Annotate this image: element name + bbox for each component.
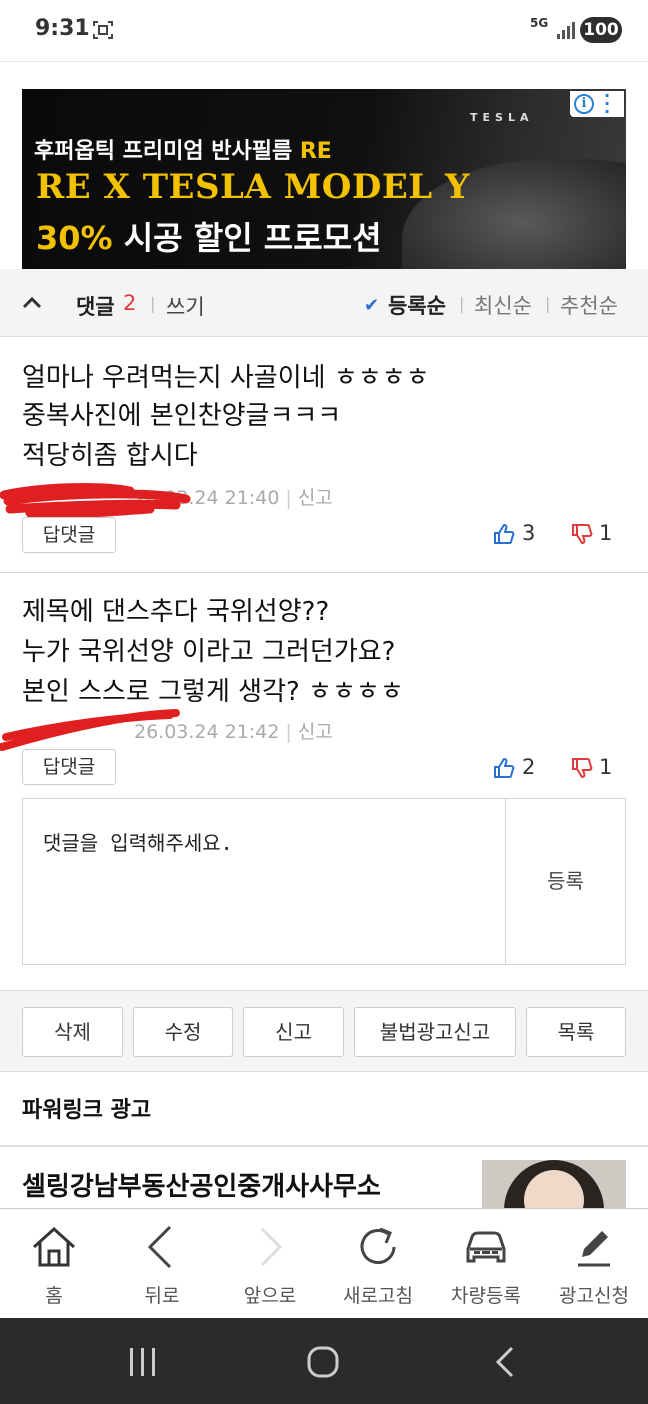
nav-label: 홈 — [45, 1285, 63, 1307]
thumbs-up-icon[interactable] — [493, 757, 515, 779]
separator: | — [459, 294, 465, 313]
delete-button[interactable]: 삭제 — [22, 1007, 123, 1057]
pen-icon — [578, 1231, 610, 1267]
status-bar: 9:31 5G 100 — [0, 0, 648, 62]
report-link[interactable]: 신고 — [298, 487, 333, 509]
report-button[interactable]: 신고 — [243, 1007, 344, 1057]
back-button-icon[interactable] — [494, 1346, 516, 1378]
home-icon — [32, 1226, 76, 1267]
post-actions: 삭제 수정 신고 불법광고신고 목록 — [0, 990, 648, 1072]
nav-home[interactable]: 홈 — [0, 1209, 108, 1319]
bottom-nav: 홈 뒤로 앞으로 새로고침 차량등록 광고신청 — [0, 1208, 648, 1318]
nav-forward[interactable]: 앞으로 — [216, 1209, 324, 1319]
comment-item: 얼마나 우려먹는지 사골이네 ㅎㅎㅎㅎ 중복사진에 본인찬양글ㅋㅋㅋ 적당히좀 … — [0, 337, 648, 573]
separator: | — [150, 294, 156, 313]
redaction-scribble — [0, 483, 191, 519]
nav-ad-request[interactable]: 광고신청 — [540, 1209, 648, 1319]
sort-latest[interactable]: 최신순 — [474, 290, 532, 320]
ad-brand: TESLA — [470, 111, 534, 124]
car-icon — [466, 1231, 506, 1263]
edit-button[interactable]: 수정 — [133, 1007, 233, 1057]
nav-label: 뒤로 — [144, 1285, 180, 1307]
check-icon: ✔ — [364, 295, 380, 316]
ad-line-1: 후퍼옵틱 프리미엄 반사필름 RE — [34, 139, 332, 164]
ad-choices[interactable]: i · · · — [570, 89, 624, 120]
divider — [0, 1145, 648, 1147]
list-button[interactable]: 목록 — [526, 1007, 626, 1057]
nav-label: 새로고침 — [343, 1285, 413, 1307]
thumbs-up-icon[interactable] — [493, 523, 515, 545]
submit-comment-button[interactable]: 등록 — [505, 799, 625, 964]
screenshot-icon — [93, 21, 113, 39]
battery-indicator: 100 — [580, 17, 622, 43]
system-nav-bar — [0, 1318, 648, 1404]
nav-label: 앞으로 — [243, 1285, 297, 1307]
status-time: 9:31 — [35, 16, 90, 41]
like-count: 3 — [522, 521, 536, 545]
back-icon — [147, 1225, 172, 1269]
chevron-up-icon[interactable] — [22, 295, 42, 309]
thumbs-down-icon[interactable] — [571, 523, 593, 545]
dislike-count: 1 — [599, 521, 613, 545]
thumbs-down-icon[interactable] — [571, 757, 593, 779]
sort-recommended[interactable]: 추천순 — [560, 290, 618, 320]
comment-text-line: 중복사진에 본인찬양글ㅋㅋㅋ — [22, 401, 342, 431]
comment-text-line: 누가 국위선양 이라고 그러던가요? — [22, 637, 396, 667]
report-spam-button[interactable]: 불법광고신고 — [354, 1007, 516, 1057]
ad-banner[interactable]: TESLA 후퍼옵틱 프리미엄 반사필름 RE RE X TESLA MODEL… — [22, 89, 626, 269]
nav-register-car[interactable]: 차량등록 — [432, 1209, 540, 1319]
powerlink-title: 파워링크 광고 — [22, 1098, 152, 1123]
nav-refresh[interactable]: 새로고침 — [324, 1209, 432, 1319]
like-count: 2 — [522, 755, 536, 779]
report-link[interactable]: 신고 — [298, 721, 333, 743]
info-icon[interactable]: i — [574, 94, 594, 114]
dislike-count: 1 — [599, 755, 613, 779]
comment-item: 제목에 댄스추다 국위선양?? 누가 국위선양 이라고 그러던가요? 본인 스스… — [0, 573, 648, 798]
write-comment-link[interactable]: 쓰기 — [166, 291, 205, 321]
signal-icon — [557, 22, 575, 39]
nav-label: 광고신청 — [559, 1285, 629, 1307]
comment-text-line: 제목에 댄스추다 국위선양?? — [22, 597, 330, 627]
comments-title: 댓글 — [76, 295, 115, 319]
forward-icon — [260, 1227, 283, 1267]
sort-registered[interactable]: 등록순 — [388, 290, 446, 320]
comment-input[interactable]: 댓글을 입력해주세요. — [43, 827, 233, 856]
ad-line-2: RE X TESLA MODEL Y — [36, 167, 470, 207]
recent-apps-icon[interactable] — [128, 1346, 158, 1378]
network-indicator: 5G — [530, 16, 549, 30]
kebab-menu-icon[interactable]: · · · — [604, 89, 610, 120]
nav-back[interactable]: 뒤로 — [108, 1209, 216, 1319]
reply-button[interactable]: 답댓글 — [22, 749, 116, 785]
reply-button[interactable]: 답댓글 — [22, 517, 116, 553]
nav-label: 차량등록 — [451, 1285, 521, 1307]
comments-header: 댓글 2 | 쓰기 ✔ 등록순 | 최신순 | 추천순 — [0, 269, 648, 337]
ad-line-3: 30% 시공 할인 프로모션 — [36, 219, 382, 257]
comment-text-line: 얼마나 우려먹는지 사골이네 ㅎㅎㅎㅎ — [22, 363, 430, 393]
home-button-icon[interactable] — [306, 1346, 340, 1378]
refresh-icon — [360, 1227, 396, 1264]
separator: | — [545, 294, 551, 313]
powerlink-ad-title[interactable]: 셀링강남부동산공인중개사사무소 — [22, 1166, 381, 1203]
reply-form: 댓글을 입력해주세요. 등록 — [22, 798, 626, 965]
ad-thumbnail[interactable] — [482, 1160, 626, 1210]
comments-count: 2 — [123, 291, 137, 315]
